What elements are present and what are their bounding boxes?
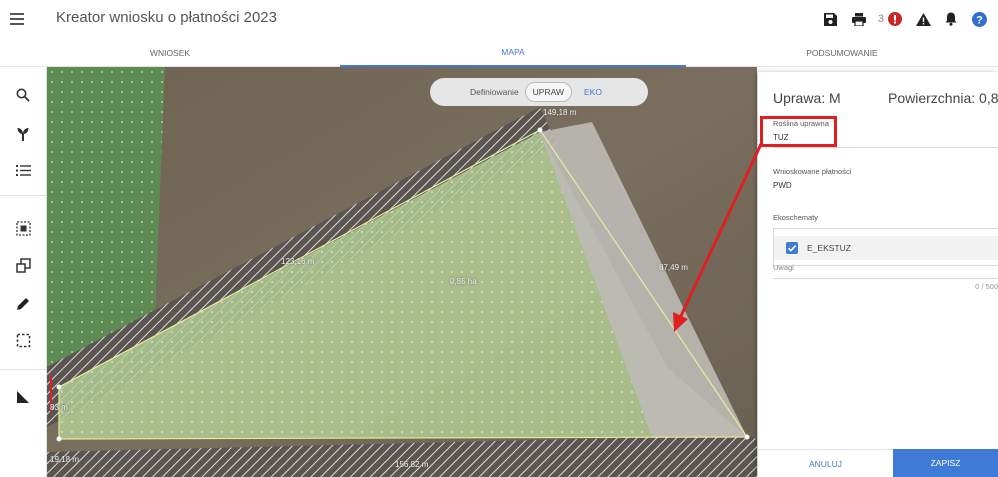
- plant-field-underline: [773, 147, 998, 148]
- svg-text:?: ?: [976, 14, 983, 26]
- vertex-marker[interactable]: [56, 384, 62, 390]
- map-view[interactable]: Definiowanie UPRAW EKO 149,18 m 123,16 m…: [47, 67, 757, 477]
- selection-rect-icon[interactable]: [8, 326, 38, 354]
- layers-list-icon[interactable]: [8, 156, 38, 184]
- save-button[interactable]: ZAPISZ: [893, 449, 998, 477]
- length-label-short: 83 m: [50, 403, 68, 412]
- payments-field-value[interactable]: PWD: [773, 181, 792, 190]
- crop-title: Uprawa: M: [773, 90, 841, 106]
- app-title: Kreator wniosku o płatności 2023: [56, 9, 277, 26]
- vertex-marker[interactable]: [744, 434, 750, 440]
- length-label-top: 149,18 m: [543, 108, 577, 117]
- annotation-highlight-box: [760, 116, 837, 147]
- main-tabs: WNIOSEK MAPA PODSUMOWANIE: [0, 38, 998, 67]
- toggle-option-eko[interactable]: EKO: [584, 87, 602, 97]
- vertex-marker[interactable]: [537, 127, 543, 133]
- tab-wniosek[interactable]: WNIOSEK: [0, 38, 340, 67]
- ecoscheme-row[interactable]: E_EKSTUZ: [774, 236, 998, 260]
- top-bar: Kreator wniosku o płatności 2023 3 ?: [0, 0, 998, 38]
- area-label: 0,85 ha: [450, 277, 477, 286]
- measure-icon[interactable]: [8, 383, 38, 411]
- toolbar-separator: [0, 195, 47, 196]
- vertex-marker[interactable]: [56, 436, 62, 442]
- error-count: 3: [877, 13, 884, 25]
- copy-shape-icon[interactable]: [8, 251, 38, 279]
- notes-label: Uwagi: [773, 263, 794, 272]
- ecoscheme-label: E_EKSTUZ: [807, 243, 851, 253]
- map-toolbar: [0, 67, 47, 477]
- tab-podsumowanie[interactable]: PODSUMOWANIE: [686, 38, 998, 67]
- ecoschemes-label: Ekoschematy: [773, 213, 819, 222]
- definition-toggle: Definiowanie UPRAW EKO: [430, 78, 648, 106]
- cancel-button[interactable]: ANULUJ: [758, 449, 893, 477]
- ecoschemes-list: E_EKSTUZ: [773, 228, 998, 266]
- save-icon[interactable]: [822, 10, 840, 28]
- select-parcel-icon[interactable]: [8, 214, 38, 242]
- print-icon[interactable]: [850, 10, 868, 28]
- length-label-right: 87,49 m: [659, 263, 688, 272]
- length-label-bottom-left: 19,18 m: [50, 455, 79, 464]
- notes-field[interactable]: [773, 278, 998, 279]
- map-canvas[interactable]: [47, 67, 757, 477]
- draw-icon[interactable]: [8, 289, 38, 317]
- toolbar-separator: [0, 369, 47, 370]
- definition-label: Definiowanie: [470, 87, 519, 97]
- bell-icon[interactable]: [942, 10, 960, 28]
- notes-counter: 0 / 500: [975, 282, 998, 291]
- length-label-left: 123,16 m: [281, 257, 315, 266]
- header-icons: 3 ?: [822, 8, 988, 30]
- help-icon[interactable]: ?: [970, 10, 988, 28]
- area-title: Powierzchnia: 0,85 ha: [888, 90, 998, 106]
- error-icon[interactable]: [886, 10, 904, 28]
- plant-icon[interactable]: [8, 119, 38, 147]
- tab-mapa[interactable]: MAPA: [340, 38, 686, 67]
- search-icon[interactable]: [8, 81, 38, 109]
- payments-field-label: Wnioskowane płatności: [773, 167, 852, 176]
- ecoscheme-checkbox[interactable]: [786, 242, 798, 254]
- hamburger-menu-icon[interactable]: [8, 9, 28, 29]
- warning-icon[interactable]: [914, 10, 932, 28]
- length-label-bottom: 156,82 m: [395, 460, 429, 469]
- toggle-option-upraw[interactable]: UPRAW: [524, 82, 572, 102]
